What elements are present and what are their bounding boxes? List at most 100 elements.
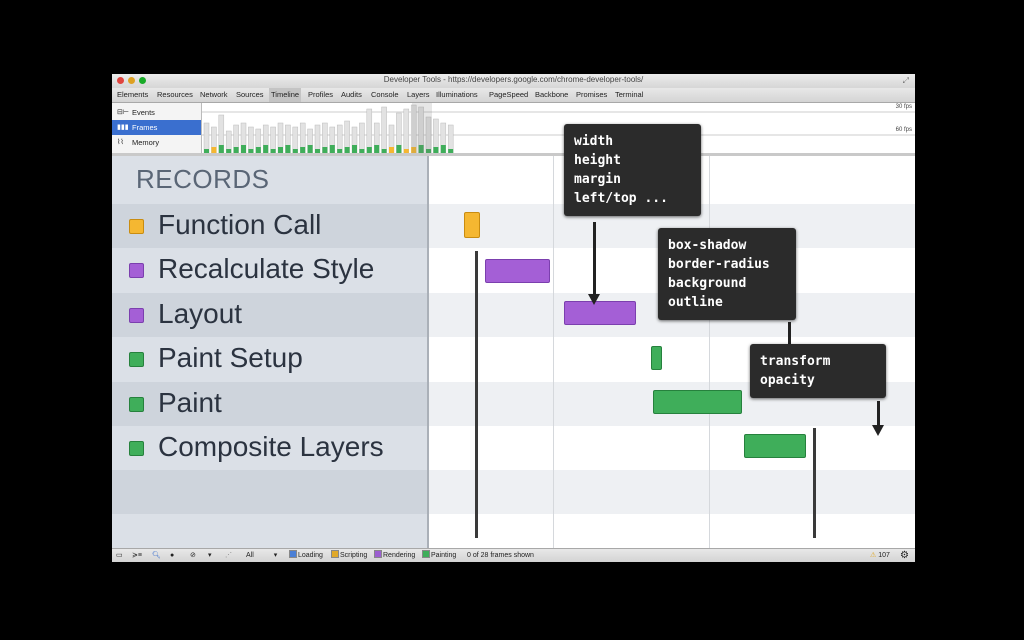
record-label: Function Call <box>158 209 322 240</box>
record-label: Recalculate Style <box>158 253 375 284</box>
fps-30-label: 30 fps <box>895 104 912 110</box>
tab-console[interactable]: Console <box>371 88 399 102</box>
checkbox-box <box>374 550 382 559</box>
settings-gear-icon[interactable]: ⚙ <box>900 549 909 562</box>
checkbox-label: Scripting <box>340 552 368 559</box>
composite-arrow-head <box>872 425 884 436</box>
composite-arrow <box>877 401 880 427</box>
fullscreen-icon[interactable]: ⤢ <box>903 76 909 86</box>
warning-count[interactable]: ⚠ 107 <box>870 549 890 562</box>
record-swatch <box>129 441 144 456</box>
events-icon: ⊟⊢ <box>117 109 129 116</box>
devtools-window: Developer Tools - https://developers.goo… <box>112 74 915 562</box>
callout-line: background <box>668 276 747 291</box>
memory-icon: ⌇⌇ <box>117 139 124 146</box>
overview-mode-events[interactable]: ⊟⊢ Events <box>112 105 201 120</box>
record-row-recalculate-style[interactable]: Recalculate Style <box>112 248 427 292</box>
overview-mode-frames[interactable]: ▮▮▮ Frames <box>112 120 201 135</box>
frames-bars <box>202 103 915 154</box>
dock-icon[interactable]: ▭ <box>116 549 123 562</box>
overview-mode-memory[interactable]: ⌇⌇ Memory <box>112 135 201 150</box>
paint-bar[interactable] <box>653 390 742 414</box>
overview-mode-label: Memory <box>132 138 160 147</box>
checkbox-box <box>289 550 297 559</box>
panel-tabs: Elements Resources Network Sources Timel… <box>112 88 915 103</box>
record-label: Layout <box>158 298 243 329</box>
painting-checkbox[interactable]: Painting <box>422 549 456 562</box>
frame-end-marker <box>813 428 816 538</box>
loading-checkbox[interactable]: Loading <box>289 549 323 562</box>
record-row-paint[interactable]: Paint <box>112 382 427 426</box>
garbage-collect-icon[interactable]: ▾ <box>208 549 212 562</box>
checkbox-label: Painting <box>431 552 457 559</box>
paint-triggers-callout: box-shadow border-radius background outl… <box>658 228 796 320</box>
function-call-bar[interactable] <box>464 212 480 238</box>
warning-icon: ⚠ <box>870 552 877 559</box>
frames-icon: ▮▮▮ <box>117 124 129 131</box>
overview-mode-label: Frames <box>132 123 158 132</box>
fps-60-label: 60 fps <box>895 127 912 133</box>
clear-icon[interactable]: ⊘ <box>190 549 196 562</box>
tab-network[interactable]: Network <box>200 88 228 102</box>
record-swatch <box>129 308 144 323</box>
tab-promises[interactable]: Promises <box>576 88 607 102</box>
tab-terminal[interactable]: Terminal <box>615 88 643 102</box>
layout-triggers-callout: width height margin left/top ... <box>564 124 701 216</box>
record-swatch <box>129 352 144 367</box>
record-icon[interactable]: ● <box>170 549 174 562</box>
timeline-overview: ⊟⊢ Events ▮▮▮ Frames ⌇⌇ Memory 30 fps 60… <box>112 103 915 154</box>
record-row-paint-setup[interactable]: Paint Setup <box>112 337 427 381</box>
tab-resources[interactable]: Resources <box>157 88 193 102</box>
checkbox-box <box>422 550 430 559</box>
records-timeline[interactable]: width height margin left/top ... box-sha… <box>429 124 915 548</box>
tab-profiles[interactable]: Profiles <box>308 88 333 102</box>
recalculate-style-bar[interactable] <box>485 259 550 283</box>
record-row-function-call[interactable]: Function Call <box>112 204 427 248</box>
record-label: Composite Layers <box>158 431 384 462</box>
rendering-checkbox[interactable]: Rendering <box>374 549 415 562</box>
record-swatch <box>129 219 144 234</box>
time-gridline <box>709 156 710 548</box>
tab-backbone[interactable]: Backbone <box>535 88 568 102</box>
tab-pagespeed[interactable]: PageSpeed <box>489 88 528 102</box>
tab-sources[interactable]: Sources <box>236 88 264 102</box>
paint-setup-bar[interactable] <box>651 346 662 370</box>
records-panel: RECORDS Function Call Recalculate Style … <box>112 156 429 548</box>
tab-layers[interactable]: Layers <box>407 88 430 102</box>
callout-line: transform <box>760 354 831 369</box>
console-drawer-icon[interactable]: ≽≡ <box>132 549 142 562</box>
window-title: Developer Tools - https://developers.goo… <box>383 75 644 84</box>
callout-line: width <box>574 134 614 149</box>
scripting-checkbox[interactable]: Scripting <box>331 549 367 562</box>
record-swatch <box>129 397 144 412</box>
overview-mode-list: ⊟⊢ Events ▮▮▮ Frames ⌇⌇ Memory <box>112 103 202 153</box>
checkbox-box <box>331 550 339 559</box>
record-row-empty <box>112 470 427 514</box>
frames-overview-graph[interactable]: 30 fps 60 fps <box>202 103 915 154</box>
tab-illuminations[interactable]: Illuminations <box>436 88 478 102</box>
tab-audits[interactable]: Audits <box>341 88 362 102</box>
layout-arrow-head <box>588 294 600 305</box>
callout-line: height <box>574 153 621 168</box>
checkbox-label: Loading <box>298 552 323 559</box>
callout-line: border-radius <box>668 257 770 272</box>
frames-shown-text: 0 of 28 frames shown <box>467 552 534 559</box>
capture-stacks-icon[interactable]: ⋰ <box>225 549 232 562</box>
frame-start-marker <box>475 251 478 538</box>
search-icon[interactable]: 🔍︎ <box>152 549 161 562</box>
record-label: Paint Setup <box>158 342 303 373</box>
timeline-band <box>429 470 915 514</box>
tab-timeline[interactable]: Timeline <box>269 88 302 102</box>
callout-line: left/top ... <box>574 191 668 206</box>
record-row-composite-layers[interactable]: Composite Layers <box>112 426 427 470</box>
callout-line: box-shadow <box>668 238 747 253</box>
layout-bar[interactable] <box>564 301 636 325</box>
status-bar: ▭ ≽≡ 🔍︎ ● ⊘ ▾ ⋰ All ▾ Loading Scripting R… <box>112 548 915 562</box>
layout-arrow <box>593 222 596 296</box>
overview-mode-label: Events <box>132 108 155 117</box>
record-row-layout[interactable]: Layout <box>112 293 427 337</box>
time-gridline <box>553 156 554 548</box>
composite-layers-bar[interactable] <box>744 434 806 458</box>
tab-elements[interactable]: Elements <box>117 88 148 102</box>
filter-select[interactable]: All ▾ <box>246 549 277 562</box>
